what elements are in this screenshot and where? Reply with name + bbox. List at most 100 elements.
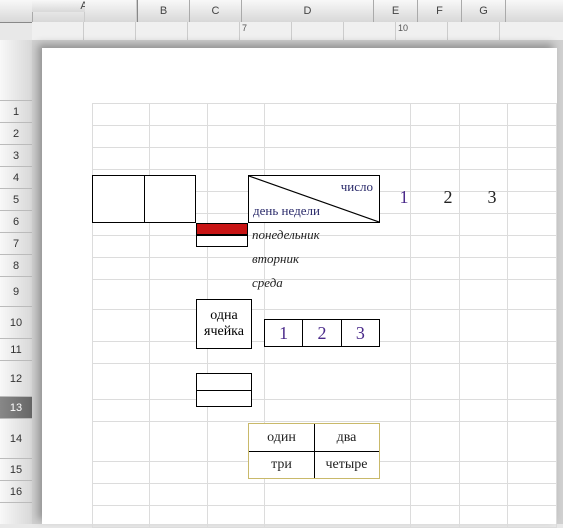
cell[interactable]: [93, 506, 150, 528]
cell[interactable]: [207, 126, 264, 148]
col-G[interactable]: G: [462, 0, 506, 22]
cell[interactable]: [207, 104, 264, 126]
cell[interactable]: [411, 422, 460, 462]
cell[interactable]: [459, 400, 508, 422]
cell[interactable]: [411, 462, 460, 484]
cell[interactable]: [459, 258, 508, 280]
cell[interactable]: [508, 400, 557, 422]
cell[interactable]: [411, 126, 460, 148]
row-head-7[interactable]: 7: [0, 233, 32, 255]
cell[interactable]: [508, 258, 557, 280]
cell[interactable]: [93, 484, 150, 506]
cell[interactable]: [150, 126, 207, 148]
spreadsheet-grid[interactable]: число день недели 1 2 3 понедельник втор…: [92, 103, 557, 524]
cell[interactable]: [93, 310, 150, 342]
cell[interactable]: [411, 280, 460, 310]
cell[interactable]: [508, 192, 557, 214]
cell[interactable]: [508, 148, 557, 170]
cell[interactable]: [93, 364, 150, 400]
row-head-16[interactable]: 16: [0, 481, 32, 503]
cell[interactable]: [411, 258, 460, 280]
cell[interactable]: [93, 280, 150, 310]
col-D[interactable]: D: [242, 0, 374, 22]
cell[interactable]: [459, 280, 508, 310]
cell[interactable]: [508, 214, 557, 236]
cell[interactable]: [411, 364, 460, 400]
cell[interactable]: [508, 506, 557, 528]
cell[interactable]: [411, 484, 460, 506]
cell[interactable]: [265, 400, 411, 422]
cell[interactable]: [265, 104, 411, 126]
cell[interactable]: [411, 342, 460, 364]
row-head-10[interactable]: 10: [0, 307, 32, 339]
cell[interactable]: [508, 462, 557, 484]
cell[interactable]: [508, 104, 557, 126]
cell[interactable]: [508, 342, 557, 364]
cell[interactable]: [459, 342, 508, 364]
cell[interactable]: [207, 484, 264, 506]
cell[interactable]: [265, 364, 411, 400]
cell[interactable]: [265, 280, 411, 310]
cell[interactable]: [93, 422, 150, 462]
cell[interactable]: [459, 484, 508, 506]
col-E[interactable]: E: [374, 0, 418, 22]
col-C[interactable]: C: [190, 0, 242, 22]
cell[interactable]: [150, 258, 207, 280]
row-head-14[interactable]: 14: [0, 419, 32, 459]
cell[interactable]: [411, 214, 460, 236]
cell[interactable]: [459, 310, 508, 342]
cell[interactable]: [411, 148, 460, 170]
cell[interactable]: [150, 506, 207, 528]
cell[interactable]: [207, 506, 264, 528]
row-head-3[interactable]: 3: [0, 145, 32, 167]
cell[interactable]: [93, 462, 150, 484]
col-B[interactable]: B: [138, 0, 190, 22]
cell[interactable]: [411, 104, 460, 126]
row-head-8[interactable]: 8: [0, 255, 32, 277]
cell[interactable]: [508, 280, 557, 310]
cell[interactable]: [459, 506, 508, 528]
row-head-13[interactable]: 13: [0, 397, 32, 419]
cell[interactable]: [508, 126, 557, 148]
cell[interactable]: [508, 236, 557, 258]
cell[interactable]: [93, 104, 150, 126]
row-head-6[interactable]: 6: [0, 211, 32, 233]
cell[interactable]: [459, 462, 508, 484]
cell[interactable]: [459, 148, 508, 170]
cell[interactable]: [93, 236, 150, 258]
cell[interactable]: [93, 148, 150, 170]
row-head-15[interactable]: 15: [0, 459, 32, 481]
cell[interactable]: [93, 400, 150, 422]
cell[interactable]: [459, 364, 508, 400]
cell[interactable]: [508, 422, 557, 462]
cell[interactable]: [265, 126, 411, 148]
cell[interactable]: [459, 422, 508, 462]
cell[interactable]: [459, 236, 508, 258]
cell[interactable]: [265, 484, 411, 506]
cell[interactable]: [508, 484, 557, 506]
row-head-1[interactable]: 1: [0, 101, 32, 123]
row-head-12[interactable]: 12: [0, 361, 32, 397]
cell[interactable]: [150, 484, 207, 506]
cell[interactable]: [459, 214, 508, 236]
cell[interactable]: [411, 506, 460, 528]
row-head-11[interactable]: 11: [0, 339, 32, 361]
cell[interactable]: [207, 148, 264, 170]
cell[interactable]: [411, 400, 460, 422]
cell[interactable]: [150, 422, 207, 462]
col-F[interactable]: F: [418, 0, 462, 22]
row-head-5[interactable]: 5: [0, 189, 32, 211]
cell[interactable]: [150, 104, 207, 126]
row-head-9[interactable]: 9: [0, 277, 32, 307]
row-head-4[interactable]: 4: [0, 167, 32, 189]
row-head-2[interactable]: 2: [0, 123, 32, 145]
cell[interactable]: [150, 462, 207, 484]
cell[interactable]: [93, 126, 150, 148]
cell[interactable]: [150, 148, 207, 170]
cell[interactable]: [411, 310, 460, 342]
cell[interactable]: [411, 236, 460, 258]
cell[interactable]: [508, 310, 557, 342]
cell[interactable]: [265, 148, 411, 170]
cell[interactable]: [265, 506, 411, 528]
cell[interactable]: [93, 342, 150, 364]
